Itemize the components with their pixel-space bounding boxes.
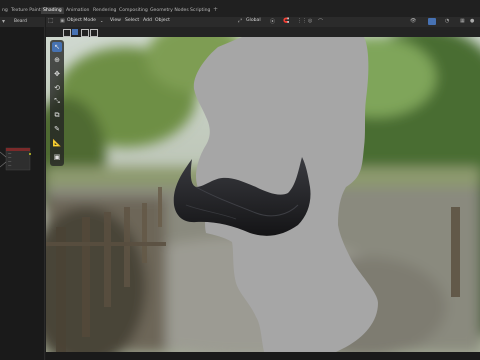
node-graph [0,147,31,171]
tool-settings-bar [46,27,480,37]
tab-sculpting[interactable]: ng [2,8,8,13]
menu-object[interactable]: Object [155,18,170,23]
transform-orientation-dropdown[interactable]: Global [246,18,261,23]
chevron-down-icon: ⌄ [100,18,104,23]
menu-add[interactable]: Add [143,18,152,23]
snap-icon[interactable]: 🧲 [283,18,289,24]
viewport-render [46,37,480,352]
annotate-icon[interactable]: ✎ [52,124,62,134]
pivot-point-icon[interactable]: ⦿ [270,18,275,25]
tab-rendering[interactable]: Rendering [93,8,116,13]
cursor-arrow-icon[interactable]: ↖ [52,42,62,52]
xray-icon[interactable]: ▦ [460,18,465,24]
material-name[interactable]: Beard [14,19,27,24]
visibility-icon[interactable]: 👁 [410,18,416,24]
select-mode-subtract-icon[interactable] [81,29,89,37]
shading-solid-icon[interactable]: ● [470,18,474,24]
object-mode-icon: ▣ [60,18,65,24]
mode-dropdown[interactable]: Object Mode [67,18,96,23]
add-cube-icon[interactable]: ▣ [52,152,62,162]
tab-shading[interactable]: Shading [41,7,64,14]
tab-geometry-nodes[interactable]: Geometry Nodes [150,8,189,13]
add-workspace-button[interactable]: + [213,6,218,13]
select-mode-extend-icon[interactable] [72,29,78,35]
rotate-icon[interactable]: ⟲ [52,83,62,93]
editor-type-icon[interactable]: ▾ [2,18,5,25]
select-mode-intersect-icon[interactable] [90,29,98,37]
3d-cursor-icon[interactable]: ⊕ [52,55,62,65]
select-mode-new-icon[interactable] [63,29,71,37]
transform-icon[interactable]: ⧉ [52,110,62,120]
orientation-icon: ⤢ [238,18,243,24]
tab-compositing[interactable]: Compositing [119,8,148,13]
status-bar [46,352,480,360]
tab-animation[interactable]: Animation [66,8,89,13]
proportional-edit-icon[interactable]: ◎ [308,18,312,24]
node-socket-label: — [8,163,12,167]
snap-target-icon[interactable]: ⋮⋮ [297,18,307,24]
scale-icon[interactable]: ⤡ [52,96,62,106]
editor-type-icon[interactable]: ⬚ [48,17,54,24]
3d-viewport[interactable] [46,37,480,352]
overlay-icon[interactable]: ◔ [445,18,449,24]
move-icon[interactable]: ✥ [52,69,62,79]
tab-scripting[interactable]: Scripting [190,8,210,13]
measure-icon[interactable]: 📐 [52,138,62,148]
menu-view[interactable]: View [110,18,121,23]
menu-select[interactable]: Select [125,18,139,23]
node-editor-panel [0,17,45,360]
tab-texture-paint[interactable]: Texture Paint [11,8,41,13]
gizmo-toggle-icon[interactable] [428,18,436,25]
falloff-icon[interactable]: ⌒ [318,18,323,25]
